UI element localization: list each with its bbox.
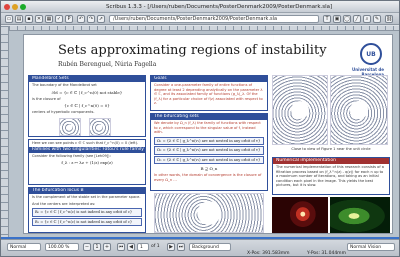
section-text: centers of hyperbolic components.	[32, 110, 95, 115]
preflight-icon[interactable]: ✓	[55, 15, 63, 23]
equation-box: Ω₁ = {λ ∈ ℂ | g_λ^n(v₁) are not nested i…	[154, 136, 264, 146]
save-icon[interactable]: ▪	[25, 15, 33, 23]
view-mode-select[interactable]: Normal Vision	[347, 243, 395, 251]
families-frame[interactable]: Here we can see points c ∈ ℂ such that f…	[28, 139, 146, 185]
section-text: We denote by Ω_n (f_λ) the family of fun…	[154, 121, 261, 135]
first-page-icon[interactable]: ⏮	[117, 243, 125, 251]
section-text: And the centers are interpreted as:	[32, 201, 96, 206]
section-text: In other words, the domain of convergenc…	[154, 173, 262, 182]
section-text: Here we can see points c ∈ ℂ such that f…	[32, 141, 139, 145]
section-text: The numerical implementation of this res…	[276, 165, 384, 188]
mandelbrot-image-2	[89, 118, 111, 136]
new-doc-icon[interactable]: ▭	[5, 15, 13, 23]
link-icon[interactable]: ⛓	[385, 15, 393, 23]
close-window-button[interactable]	[4, 4, 10, 10]
university-logo: UB	[360, 43, 382, 65]
zoom-icon[interactable]: ⌕	[363, 15, 371, 23]
document-path-field: /Users/ruben/Documents/PosterDenmark2009…	[109, 15, 319, 23]
mandelbrot-frame[interactable]: Mandelbrot Sets The boundary of the Mand…	[28, 75, 146, 137]
poster-title: Sets approximating regions of instabilit…	[58, 43, 327, 58]
document-canvas[interactable]: Sets approximating regions of instabilit…	[9, 31, 399, 237]
zoom-window-button[interactable]	[20, 4, 26, 10]
vertical-ruler[interactable]	[1, 26, 9, 238]
y-position-readout: Y-Pos: 31.044mm	[307, 251, 346, 256]
equation-box: Ω₃ = {λ ∈ ℂ | g_λ^n(v₃) are not nested i…	[154, 155, 264, 164]
green-fractal-image	[330, 197, 390, 233]
next-page-icon[interactable]: ▶	[167, 243, 175, 251]
equation: {c ∈ ℂ | f_c^n(0) = 0}	[64, 103, 110, 109]
section-text: Consider a one-parameter family of entir…	[154, 83, 263, 106]
poster-page[interactable]: Sets approximating regions of instabilit…	[23, 34, 393, 234]
units-select[interactable]: Normal	[7, 243, 41, 251]
equation: B ⊇ Ω_n	[200, 166, 218, 171]
section-text: is the closure of	[32, 96, 61, 101]
layer-select[interactable]: Background	[189, 243, 231, 251]
image-frame-icon[interactable]: ▣	[333, 15, 341, 23]
page-number-field[interactable]: 1	[137, 243, 149, 251]
zoom-field[interactable]: 100.00 %	[45, 243, 79, 251]
equation: f_λ : z ↦ λz + (1/z) exp(z)	[61, 160, 113, 166]
pdf-export-icon[interactable]: P	[65, 15, 73, 23]
page-count: of 1	[151, 244, 160, 249]
poster-authors: Rubén Berenguel, Núria Fagella	[58, 61, 157, 68]
prev-page-icon[interactable]: ◀	[127, 243, 135, 251]
numerical-frame[interactable]: Numerical implementation The numerical i…	[272, 157, 390, 195]
minimize-window-button[interactable]	[12, 4, 18, 10]
x-position-readout: X-Pos: 391.583mm	[247, 251, 290, 256]
select-icon[interactable]: ➚	[97, 15, 105, 23]
line-icon[interactable]: ╱	[353, 15, 361, 23]
edit-text-icon[interactable]: ✎	[373, 15, 381, 23]
zoom-in-icon[interactable]: +	[103, 243, 111, 251]
fractal-figure-right-2	[330, 75, 388, 145]
text-frame-icon[interactable]: T	[323, 15, 331, 23]
status-bar: Normal 100.00 % − 1 + ⏮ ◀ 1 of 1 ▶ ⏭ Bac…	[1, 239, 399, 256]
sets-frame[interactable]: The bifurcating sets We denote by Ω_n (f…	[150, 113, 268, 191]
section-text: Consider the following family (see [Leh0…	[32, 153, 111, 158]
mandelbrot-image-1	[59, 118, 81, 136]
section-text: Is the complement of the stable set in t…	[32, 195, 141, 199]
last-page-icon[interactable]: ⏭	[177, 243, 185, 251]
red-fractal-image	[272, 197, 328, 233]
zoom-reset-icon[interactable]: 1	[93, 243, 101, 251]
fractal-figure-right-1	[272, 75, 328, 145]
equation: ∂M = {c ∈ ℂ | f_c^n(0) not stable}	[51, 89, 123, 95]
open-icon[interactable]: ▤	[15, 15, 23, 23]
bifurcation-frame[interactable]: The bifurcation locus B Is the complemen…	[28, 187, 146, 233]
equation-box: Ω₂ = {λ ∈ ℂ | g_λ^n(v₂) are not nested i…	[154, 146, 264, 155]
print-icon[interactable]: ▦	[45, 15, 53, 23]
section-text: The boundary of the Mandelbrot set	[32, 83, 97, 87]
equation-box: B₁ = {c ∈ ℂ | f_c^n(c) is not indeed in …	[32, 217, 142, 226]
section-heading: Families with two singularities: Fatou's…	[29, 146, 145, 153]
fractal-figure-middle	[154, 193, 264, 233]
redo-icon[interactable]: ↷	[87, 15, 95, 23]
window-title: Scribus 1.3.3 - [/Users/ruben/Documents/…	[106, 4, 333, 10]
figure-caption: Close to view of Figure 1 near the unit …	[291, 147, 371, 151]
goals-frame[interactable]: Goals Consider a one-parameter family of…	[150, 75, 268, 111]
title-bar: Scribus 1.3.3 - [/Users/ruben/Documents/…	[1, 1, 399, 13]
zoom-out-icon[interactable]: −	[83, 243, 91, 251]
toolbar: ▭ ▤ ▪ ✕ ▦ ✓ P ↶ ↷ ➚ /Users/ruben/Documen…	[1, 13, 399, 25]
close-doc-icon[interactable]: ✕	[35, 15, 43, 23]
equation-box: B₀ = {c ∈ ℂ | f_c^n(c) is not indeed in …	[32, 208, 142, 217]
shape-icon[interactable]: ◯	[343, 15, 351, 23]
undo-icon[interactable]: ↶	[77, 15, 85, 23]
window-controls	[4, 4, 26, 10]
app-window: Scribus 1.3.3 - [/Users/ruben/Documents/…	[0, 0, 400, 257]
